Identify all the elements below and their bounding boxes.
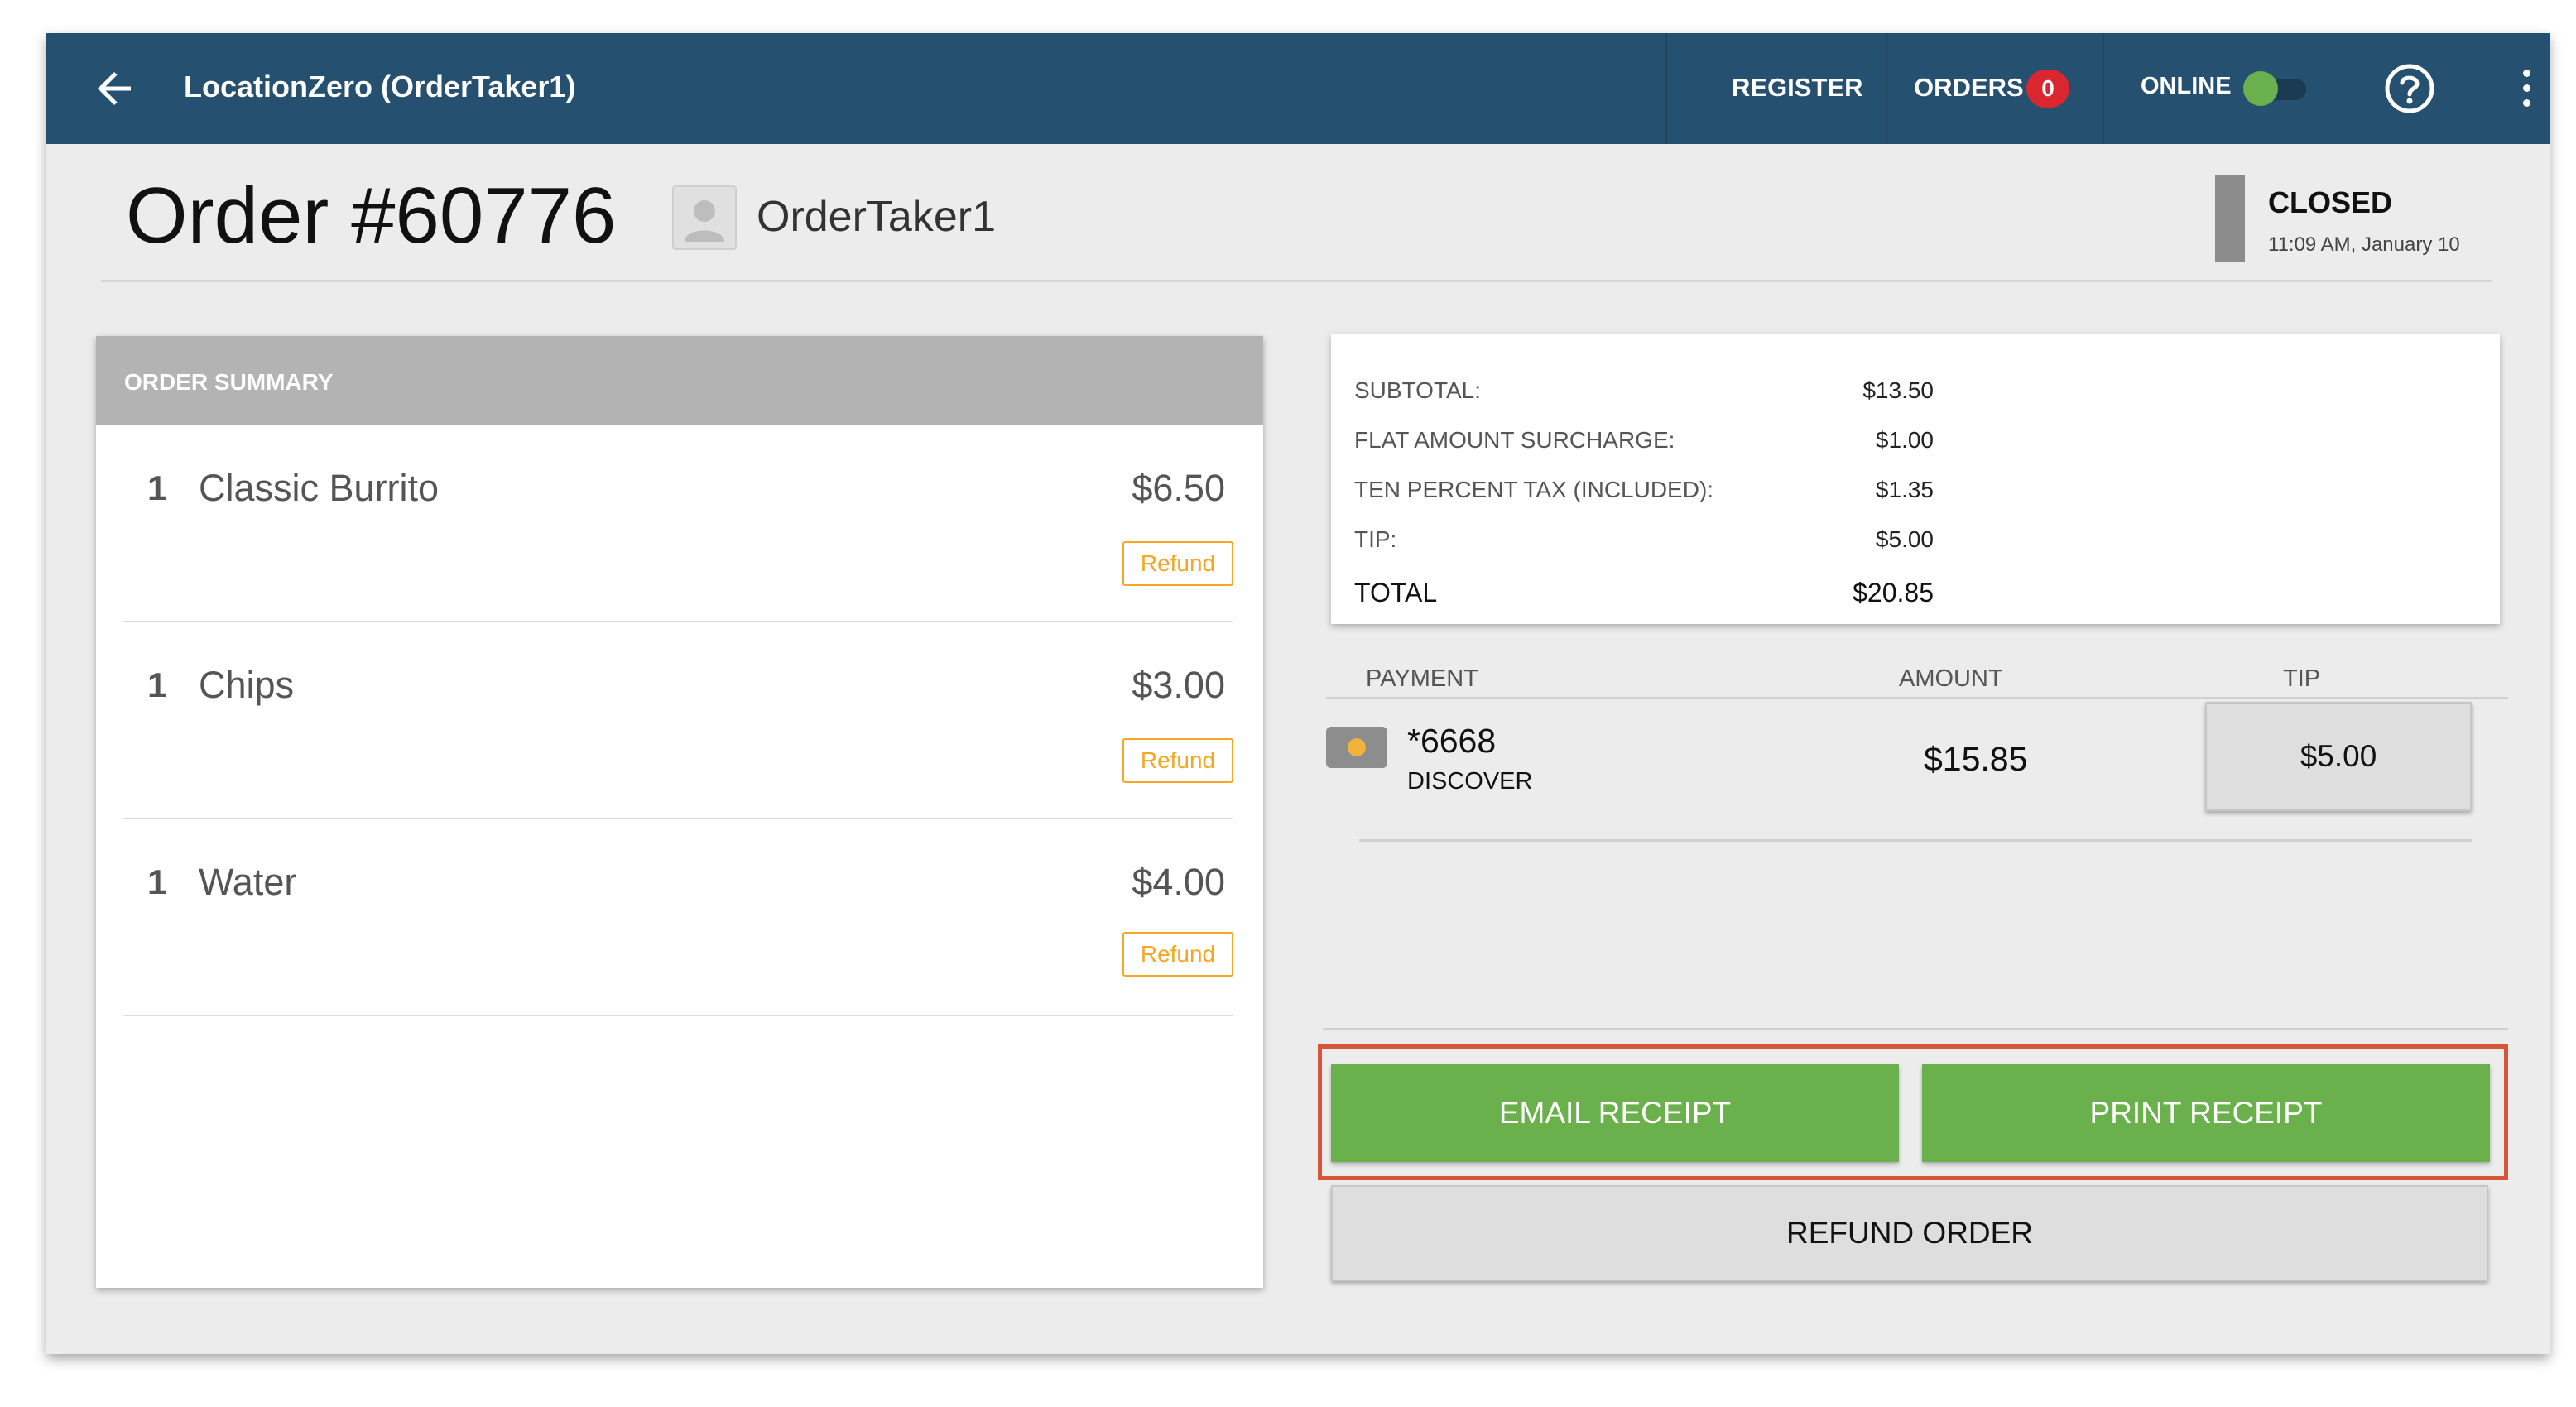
orders-label: ORDERS xyxy=(1914,73,2024,102)
divider xyxy=(1359,839,2472,842)
order-taker-name: OrderTaker1 xyxy=(757,193,996,241)
divider xyxy=(1323,1028,2508,1030)
order-title: Order #60776 xyxy=(126,171,617,260)
line-item: 1 Chips $3.00 Refund xyxy=(123,622,1233,819)
amount-column-header: AMOUNT xyxy=(1899,665,2003,692)
payment-column-header: PAYMENT xyxy=(1366,665,1478,692)
item-name: Water xyxy=(199,861,297,903)
tip-label: TIP: xyxy=(1354,526,1397,552)
subtotal-value: $13.50 xyxy=(1862,377,1934,403)
order-summary-header: ORDER SUMMARY xyxy=(96,336,1263,425)
order-summary-title: ORDER SUMMARY xyxy=(124,369,334,395)
status-indicator xyxy=(2215,175,2245,262)
card-brand: DISCOVER xyxy=(1407,768,1533,795)
app-window: LocationZero (OrderTaker1) REGISTER ORDE… xyxy=(46,33,2550,1354)
arrow-left-icon[interactable] xyxy=(89,64,139,113)
register-button[interactable]: REGISTER xyxy=(1732,73,1862,103)
refund-item-button[interactable]: Refund xyxy=(1122,932,1233,977)
subtotal-label: SUBTOTAL: xyxy=(1354,377,1482,403)
payment-amount: $15.85 xyxy=(1924,740,2028,778)
nav-divider xyxy=(1886,33,1887,144)
divider xyxy=(101,280,2492,282)
surcharge-value: $1.00 xyxy=(1875,427,1934,453)
tip-value: $5.00 xyxy=(1875,526,1934,552)
more-vertical-icon[interactable] xyxy=(2521,66,2533,111)
tax-value: $1.35 xyxy=(1875,477,1934,502)
nav-divider xyxy=(1665,33,1667,144)
total-label: TOTAL xyxy=(1354,578,1438,607)
order-summary-card: ORDER SUMMARY 1 Classic Burrito $6.50 Re… xyxy=(96,336,1263,1288)
item-price: $3.00 xyxy=(1132,664,1225,706)
item-quantity: 1 xyxy=(147,665,167,704)
item-name: Chips xyxy=(199,664,295,706)
item-name: Classic Burrito xyxy=(199,467,440,509)
item-quantity: 1 xyxy=(147,862,167,901)
refund-item-button[interactable]: Refund xyxy=(1122,738,1233,783)
tax-label: TEN PERCENT TAX (INCLUDED): xyxy=(1354,477,1714,502)
item-price: $4.00 xyxy=(1132,861,1225,903)
item-price: $6.50 xyxy=(1132,467,1225,509)
tip-amount-button[interactable]: $5.00 xyxy=(2205,702,2472,811)
total-value: $20.85 xyxy=(1853,578,1934,607)
top-app-bar: LocationZero (OrderTaker1) REGISTER ORDE… xyxy=(46,33,2550,144)
credit-card-icon xyxy=(1326,727,1387,768)
refund-order-button[interactable]: REFUND ORDER xyxy=(1331,1185,2488,1281)
app-title: LocationZero (OrderTaker1) xyxy=(184,70,576,103)
order-status: CLOSED xyxy=(2268,185,2393,219)
nav-divider xyxy=(2103,33,2104,144)
divider xyxy=(1326,697,2508,699)
print-receipt-button[interactable]: PRINT RECEIPT xyxy=(1922,1064,2490,1162)
item-quantity: 1 xyxy=(147,468,167,507)
help-circle-icon[interactable] xyxy=(2384,63,2435,114)
line-item: 1 Classic Burrito $6.50 Refund xyxy=(123,425,1233,622)
online-toggle[interactable] xyxy=(2243,71,2278,106)
online-label: ONLINE xyxy=(2141,73,2232,99)
avatar xyxy=(672,185,737,250)
card-number: *6668 xyxy=(1407,722,1497,760)
refund-item-button[interactable]: Refund xyxy=(1122,541,1233,586)
order-timestamp: 11:09 AM, January 10 xyxy=(2268,233,2460,256)
email-receipt-button[interactable]: EMAIL RECEIPT xyxy=(1331,1064,1899,1162)
totals-card: SUBTOTAL: $13.50 FLAT AMOUNT SURCHARGE: … xyxy=(1331,334,2500,624)
line-item: 1 Water $4.00 Refund xyxy=(123,819,1233,1016)
orders-count-badge: 0 xyxy=(2026,70,2069,108)
surcharge-label: FLAT AMOUNT SURCHARGE: xyxy=(1354,427,1675,453)
tip-column-header: TIP xyxy=(2283,665,2321,692)
